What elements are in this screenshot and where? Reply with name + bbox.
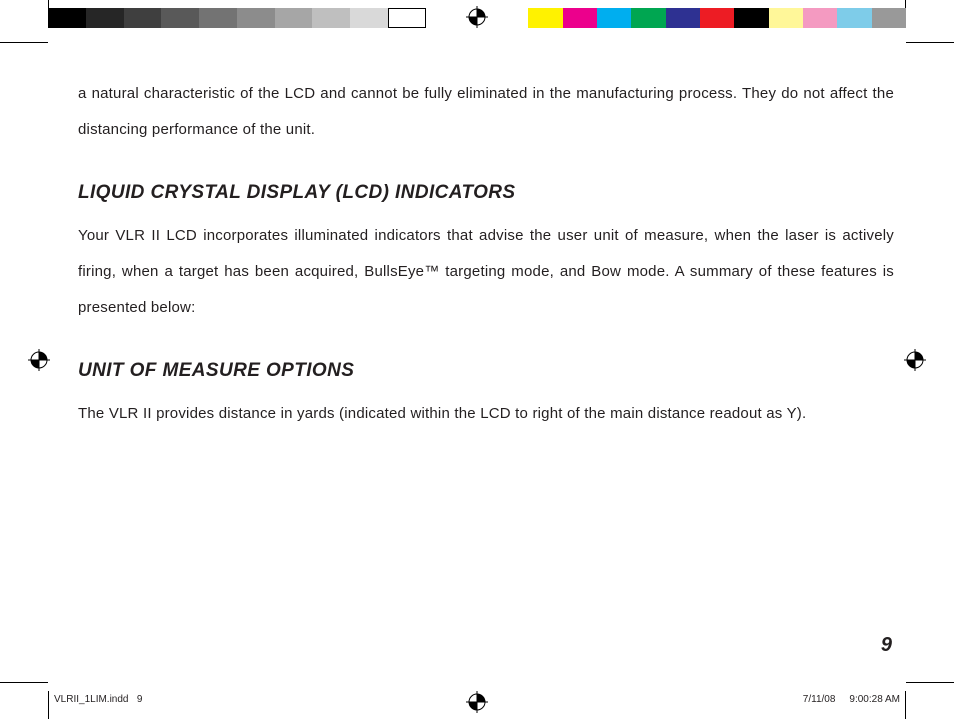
print-footer: VLRII_1LIM.indd 9 7/11/08 9:00:28 AM [54,694,900,705]
color-swatch [48,8,86,28]
crop-mark [905,0,906,8]
crop-mark [48,0,49,8]
section-heading-lcd-indicators: LIQUID CRYSTAL DISPLAY (LCD) INDICATORS [78,182,894,204]
footer-datetime: 7/11/08 9:00:28 AM [803,694,900,705]
color-swatch [563,8,597,28]
crop-mark [906,42,954,43]
footer-date: 7/11/08 [803,694,836,705]
registration-mark-icon [466,6,488,28]
footer-time: 9:00:28 AM [849,694,900,705]
color-swatch [237,8,275,28]
crop-mark [0,42,48,43]
color-swatch [124,8,162,28]
color-swatch [312,8,350,28]
registration-mark-icon [28,349,50,371]
color-swatch [350,8,388,28]
color-swatch [666,8,700,28]
color-swatch [803,8,837,28]
color-swatch [199,8,237,28]
page-number: 9 [881,634,892,657]
color-swatch [275,8,313,28]
crop-mark [906,682,954,683]
color-swatch [631,8,665,28]
print-page: a natural characteristic of the LCD and … [0,0,954,719]
color-swatch [734,8,768,28]
color-swatch [700,8,734,28]
footer-page: 9 [137,694,143,705]
color-swatch [872,8,906,28]
footer-filename: VLRII_1LIM.indd [54,694,129,705]
color-swatch [597,8,631,28]
crop-mark [905,691,906,719]
section-body-unit-of-measure: The VLR II provides distance in yards (i… [78,396,894,432]
color-swatch [837,8,871,28]
crop-mark [0,682,48,683]
intro-continuation-text: a natural characteristic of the LCD and … [78,76,894,148]
crop-mark [48,691,49,719]
page-content: a natural characteristic of the LCD and … [78,76,894,649]
section-heading-unit-of-measure: UNIT OF MEASURE OPTIONS [78,360,894,382]
color-swatch [528,8,562,28]
color-swatch [388,8,426,28]
color-swatch [161,8,199,28]
footer-file: VLRII_1LIM.indd 9 [54,694,142,705]
registration-mark-icon [904,349,926,371]
color-swatch [86,8,124,28]
color-swatch [769,8,803,28]
section-body-lcd-indicators: Your VLR II LCD incorporates illuminated… [78,218,894,326]
